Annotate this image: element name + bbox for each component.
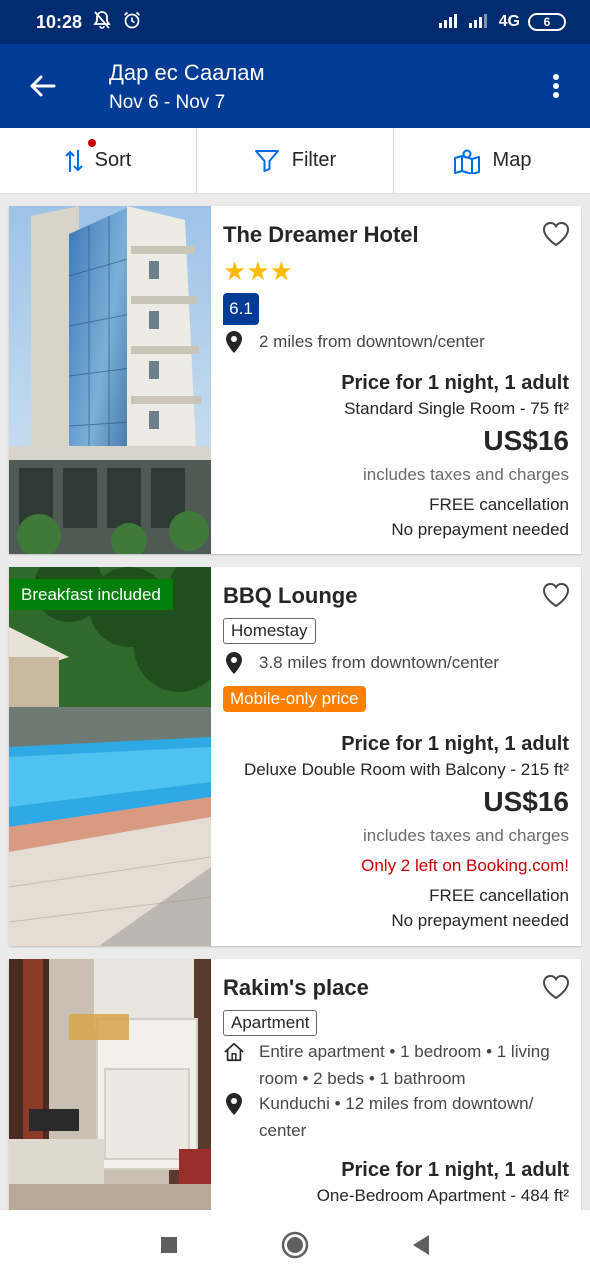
- no-prepayment: No prepayment needed: [391, 520, 569, 539]
- price: US$16: [483, 786, 569, 817]
- property-card[interactable]: Breakfast included BBQ Lounge Homestay 3…: [9, 567, 581, 946]
- circle-home-icon: [281, 1231, 309, 1259]
- sort-active-dot: [88, 139, 96, 147]
- room-type: Standard Single Room - 75 ft²: [344, 399, 569, 418]
- property-card[interactable]: Rakim's place Apartment Entire apartment…: [9, 959, 581, 1210]
- taxes-note: includes taxes and charges: [362, 465, 569, 484]
- property-photo[interactable]: Breakfast included: [9, 567, 211, 946]
- sort-button[interactable]: Sort: [0, 128, 196, 193]
- battery-icon: 6: [528, 13, 566, 31]
- review-score-badge: 6.1: [223, 293, 259, 325]
- property-name[interactable]: Rakim's place: [223, 975, 369, 1001]
- map-label: Map: [492, 149, 532, 171]
- battery-level: 6: [543, 15, 551, 29]
- room-type: Deluxe Double Room with Balcony - 215 ft…: [243, 760, 569, 779]
- property-name[interactable]: BBQ Lounge: [223, 583, 357, 609]
- price-title: Price for 1 night, 1 adult: [341, 733, 569, 755]
- free-cancellation: FREE cancellation: [429, 495, 569, 514]
- unit-details-row: Entire apartment • 1 bedroom • 1 living …: [223, 1038, 569, 1092]
- price-title: Price for 1 night, 1 adult: [341, 1159, 569, 1181]
- location-pin-icon: [223, 649, 245, 676]
- sort-label: Sort: [94, 149, 132, 171]
- heart-icon: [542, 221, 570, 247]
- save-favorite-button[interactable]: [541, 581, 571, 609]
- location-row: 3.8 miles from downtown/center: [223, 649, 569, 676]
- arrow-left-icon: [30, 75, 56, 97]
- scarcity-message: Only 2 left on Booking.com!: [361, 856, 569, 875]
- property-photo[interactable]: [9, 959, 211, 1210]
- save-favorite-button[interactable]: [541, 220, 571, 248]
- property-details: Rakim's place Apartment Entire apartment…: [223, 959, 571, 1210]
- distance-text: 2 miles from downtown/center: [259, 332, 485, 351]
- location-pin-icon: [223, 328, 245, 355]
- alarm-icon: [122, 10, 142, 35]
- price-block: Price for 1 night, 1 adult Standard Sing…: [341, 372, 569, 540]
- location-pin-icon: [223, 1090, 245, 1144]
- property-type-badge: Apartment: [223, 1010, 318, 1036]
- no-prepayment: No prepayment needed: [391, 911, 569, 930]
- location-row: Kunduchi • 12 miles from downtown/ cente…: [223, 1090, 569, 1144]
- back-button[interactable]: [22, 68, 62, 104]
- date-range[interactable]: Nov 6 - Nov 7: [109, 92, 225, 114]
- filter-funnel-icon: [254, 149, 279, 172]
- triangle-back-icon: [413, 1235, 429, 1255]
- property-name[interactable]: The Dreamer Hotel: [223, 222, 419, 248]
- network-type: 4G: [498, 13, 520, 30]
- location-row: 2 miles from downtown/center: [223, 328, 569, 355]
- heart-icon: [542, 974, 570, 1000]
- taxes-note: includes taxes and charges: [362, 826, 569, 845]
- distance-text: Kunduchi • 12 miles from downtown/ cente…: [259, 1094, 534, 1140]
- filter-button[interactable]: Filter: [196, 128, 393, 193]
- filter-label: Filter: [291, 149, 337, 171]
- price: US$16: [483, 425, 569, 456]
- status-time: 10:28: [36, 11, 83, 32]
- heart-icon: [542, 582, 570, 608]
- distance-text: 3.8 miles from downtown/center: [259, 653, 499, 672]
- map-icon: [453, 149, 480, 174]
- star-rating: ★★★: [223, 256, 293, 286]
- property-card[interactable]: The Dreamer Hotel ★★★ 6.1 2 miles from d…: [9, 206, 581, 554]
- mobile-only-price-badge: Mobile-only price: [223, 686, 366, 712]
- back-nav-button[interactable]: [404, 1228, 438, 1262]
- save-favorite-button[interactable]: [541, 973, 571, 1001]
- app-bar: Дар ес Саалам Nov 6 - Nov 7: [0, 44, 590, 128]
- more-options-button[interactable]: [542, 70, 570, 102]
- signal-icon-2: [468, 12, 491, 33]
- map-button[interactable]: Map: [393, 128, 590, 193]
- breakfast-included-badge: Breakfast included: [9, 579, 173, 610]
- signal-icon: [438, 12, 461, 33]
- price-title: Price for 1 night, 1 adult: [341, 372, 569, 394]
- room-type: One-Bedroom Apartment - 484 ft²: [316, 1186, 569, 1205]
- free-cancellation: FREE cancellation: [429, 886, 569, 905]
- square-icon: [161, 1237, 177, 1253]
- results-toolbar: Sort Filter Map: [0, 128, 590, 194]
- page-title: Дар ес Саалам: [109, 60, 265, 85]
- property-details: BBQ Lounge Homestay 3.8 miles from downt…: [223, 567, 571, 946]
- unit-details-text: Entire apartment • 1 bedroom • 1 living …: [259, 1042, 550, 1088]
- home-button[interactable]: [278, 1228, 312, 1262]
- notifications-muted-icon: [92, 10, 112, 35]
- system-nav-bar: [0, 1210, 590, 1280]
- property-type-badge: Homestay: [223, 618, 316, 644]
- property-photo[interactable]: [9, 206, 211, 554]
- price-block: Price for 1 night, 1 adult Deluxe Double…: [244, 733, 569, 931]
- sort-arrows-icon: [64, 149, 83, 172]
- house-icon: [223, 1038, 245, 1092]
- recents-button[interactable]: [152, 1228, 186, 1262]
- price-block: Price for 1 night, 1 adult One-Bedroom A…: [317, 1159, 569, 1206]
- status-bar: 10:28 4G 6: [0, 0, 590, 44]
- property-details: The Dreamer Hotel ★★★ 6.1 2 miles from d…: [223, 206, 571, 554]
